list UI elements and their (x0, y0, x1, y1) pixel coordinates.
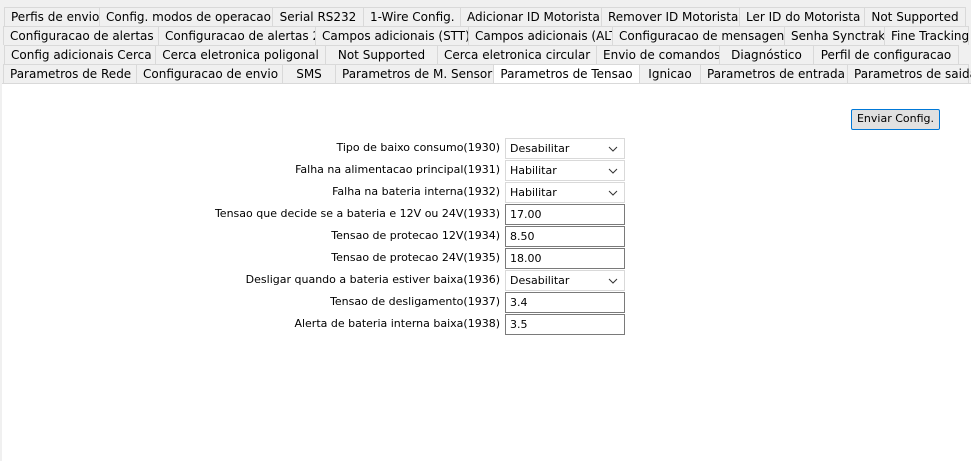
tab-config-modos-de-operacao[interactable]: Config. modos de operacao (99, 7, 273, 26)
chevron-down-icon (608, 185, 618, 201)
falha-bateria-select[interactable]: Habilitar (505, 182, 625, 203)
field-label: Tipo de baixo consumo(1930) (336, 141, 500, 154)
form-row-tensao-decide: Tensao que decide se a bateria e 12V ou … (0, 204, 971, 225)
chevron-down-icon (608, 141, 618, 157)
form-row-tensao-desligamento: Tensao de desligamento(1937) 3.4 (0, 292, 971, 313)
field-label: Falha na bateria interna(1932) (332, 185, 500, 198)
tab-row-2: Configuracao de alertas 1 Configuracao d… (3, 26, 969, 45)
tab-ler-id-do-motorista[interactable]: Ler ID do Motorista (739, 7, 865, 26)
tab-adicionar-id-motorista[interactable]: Adicionar ID Motorista (460, 7, 602, 26)
tab-not-supported-2[interactable]: Not Supported (325, 45, 438, 64)
tab-row-4: Parametros de Rede Configuracao de envio… (3, 64, 971, 83)
tab-parametros-de-m-sensor[interactable]: Parametros de M. Sensor (335, 64, 494, 83)
field-label: Tensao que decide se a bateria e 12V ou … (214, 207, 500, 220)
tipo-baixo-consumo-select[interactable]: Desabilitar (505, 138, 625, 159)
field-label: Desligar quando a bateria estiver baixa(… (245, 273, 500, 286)
tab-ignicao[interactable]: Ignicao (639, 64, 701, 83)
tab-diagnostico[interactable]: Diagnóstico (719, 45, 814, 64)
tab-perfil-de-configuracao[interactable]: Perfil de configuracao (813, 45, 959, 64)
tab-serial-rs232[interactable]: Serial RS232 (272, 7, 364, 26)
tab-config-adicionais-cerca[interactable]: Config adicionais Cerca (4, 45, 156, 64)
tab-row-1: Perfis de envio Config. modos de operaca… (4, 7, 966, 26)
chevron-down-icon (608, 273, 618, 289)
form-row-tensao-protecao-24v: Tensao de protecao 24V(1935) 18.00 (0, 248, 971, 269)
tab-1-wire-config[interactable]: 1-Wire Config. (363, 7, 461, 26)
tab-fine-tracking[interactable]: Fine Tracking (884, 26, 969, 45)
tab-parametros-de-saida[interactable]: Parametros de saida (847, 64, 971, 83)
tab-parametros-de-rede[interactable]: Parametros de Rede (3, 64, 137, 83)
desligar-bateria-baixa-select[interactable]: Desabilitar (505, 270, 625, 291)
field-label: Alerta de bateria interna baixa(1938) (294, 317, 500, 330)
alerta-bateria-interna-input[interactable]: 3.5 (505, 314, 625, 335)
tab-senha-synctrak[interactable]: Senha Synctrak (784, 26, 885, 45)
form-row-falha-alimentacao: Falha na alimentacao principal(1931) Hab… (0, 160, 971, 181)
field-label: Tensao de desligamento(1937) (330, 295, 500, 308)
tab-configuracao-de-alertas-1[interactable]: Configuracao de alertas 1 (3, 26, 165, 45)
form-row-alerta-bateria-interna: Alerta de bateria interna baixa(1938) 3.… (0, 314, 971, 335)
form-row-desligar-bateria-baixa: Desligar quando a bateria estiver baixa(… (0, 270, 971, 291)
chevron-down-icon (608, 163, 618, 179)
tab-sms[interactable]: SMS (282, 64, 336, 83)
tab-parametros-de-tensao[interactable]: Parametros de Tensao (493, 64, 640, 83)
tab-campos-adicionais-alt[interactable]: Campos adicionais (ALT) (468, 26, 621, 45)
select-value: Desabilitar (510, 142, 570, 155)
field-label: Falha na alimentacao principal(1931) (295, 163, 500, 176)
tab-perfis-de-envio[interactable]: Perfis de envio (4, 7, 100, 26)
select-value: Habilitar (510, 186, 557, 199)
tab-campos-adicionais-stt[interactable]: Campos adicionais (STT) (315, 26, 470, 45)
select-value: Desabilitar (510, 274, 570, 287)
tab-cerca-eletronica-poligonal[interactable]: Cerca eletronica poligonal (155, 45, 326, 64)
tab-configuracao-de-mensagens[interactable]: Configuracao de mensagens (612, 26, 790, 45)
tensao-desligamento-input[interactable]: 3.4 (505, 292, 625, 313)
tab-row-3: Config adicionais Cerca Cerca eletronica… (4, 45, 959, 64)
form-row-tensao-protecao-12v: Tensao de protecao 12V(1934) 8.50 (0, 226, 971, 247)
tab-configuracao-de-envio[interactable]: Configuracao de envio (136, 64, 283, 83)
tab-cerca-eletronica-circular[interactable]: Cerca eletronica circular (437, 45, 597, 64)
tab-not-supported-1[interactable]: Not Supported (864, 7, 966, 26)
field-label: Tensao de protecao 24V(1935) (331, 251, 500, 264)
tab-remover-id-motorista[interactable]: Remover ID Motorista (601, 7, 740, 26)
falha-alimentacao-select[interactable]: Habilitar (505, 160, 625, 181)
field-label: Tensao de protecao 12V(1934) (331, 229, 500, 242)
form-row-tipo-baixo-consumo: Tipo de baixo consumo(1930) Desabilitar (0, 138, 971, 159)
tensao-protecao-12v-input[interactable]: 8.50 (505, 226, 625, 247)
select-value: Habilitar (510, 164, 557, 177)
form-row-falha-bateria: Falha na bateria interna(1932) Habilitar (0, 182, 971, 203)
tab-envio-de-comandos[interactable]: Envio de comandos (596, 45, 720, 64)
tensao-decide-input[interactable]: 17.00 (505, 204, 625, 225)
tensao-protecao-24v-input[interactable]: 18.00 (505, 248, 625, 269)
tab-configuracao-de-alertas-2[interactable]: Configuracao de alertas 2 (158, 26, 320, 45)
send-config-button[interactable]: Enviar Config. (851, 109, 940, 130)
tab-parametros-de-entrada[interactable]: Parametros de entrada (700, 64, 848, 83)
